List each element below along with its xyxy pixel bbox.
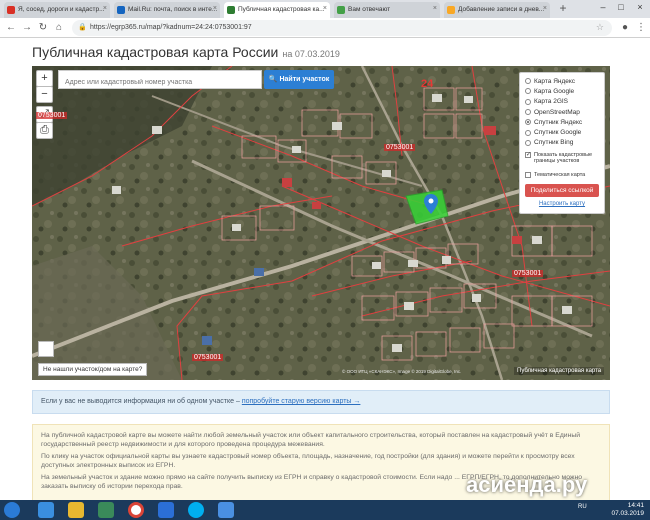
show-boundaries-checkbox[interactable]: ✓ Показать кадастровые границы участков <box>525 152 599 170</box>
browser-tab-1[interactable]: Я, сосед, дороги и кадастр... × <box>4 2 110 18</box>
basemap-layer-panel: Карта Яндекс Карта Google Карта 2GIS Ope… <box>519 72 605 214</box>
forward-arrow-icon[interactable]: → <box>20 21 34 35</box>
page-title: Публичная кадастровая карта России на 07.… <box>32 44 340 60</box>
basemap-option[interactable]: Спутник Bing <box>525 138 599 148</box>
region-number-label: 24 <box>421 78 434 90</box>
home-icon[interactable]: ⌂ <box>52 21 66 35</box>
cadastral-block-label: 0753001 <box>192 354 224 361</box>
basemap-option-selected[interactable]: Спутник Яндекс <box>525 117 599 127</box>
cadastral-map[interactable]: + − ⤢ ⎙ 🔍 Найти участок 24 0753001 07530… <box>32 66 610 380</box>
gmail-icon <box>7 6 15 14</box>
zoom-out-button[interactable]: − <box>36 86 53 103</box>
reload-icon[interactable]: ↻ <box>36 21 50 35</box>
page-content: Публичная кадастровая карта России на 07.… <box>0 38 650 504</box>
basemap-option[interactable]: OpenStreetMap <box>525 107 599 117</box>
app-icon[interactable] <box>218 502 234 518</box>
close-tab-icon[interactable]: × <box>103 5 107 12</box>
expand-map-button[interactable] <box>38 341 54 357</box>
not-found-button[interactable]: Не нашли участок/дом на карте? <box>38 363 148 376</box>
setup-map-link[interactable]: Настроить карту <box>525 201 599 207</box>
browser-tab-bar: Я, сосед, дороги и кадастр... × Mail.Ru:… <box>0 0 650 18</box>
minimize-button[interactable]: – <box>594 0 612 16</box>
explorer-folder-icon[interactable] <box>68 502 84 518</box>
mailru-icon <box>117 6 125 14</box>
search-input[interactable] <box>58 70 262 89</box>
browser-tab-3-active[interactable]: Публичная кадастровая ка... × <box>224 2 330 18</box>
language-indicator[interactable]: RU <box>578 504 592 516</box>
skype-icon[interactable] <box>188 502 204 518</box>
word-icon[interactable] <box>158 502 174 518</box>
answers-icon <box>337 6 345 14</box>
page-date: на 07.03.2019 <box>282 49 340 59</box>
location-pin-icon[interactable] <box>424 194 438 214</box>
system-clock[interactable]: 14:41 07.03.2019 <box>611 502 644 518</box>
maximize-button[interactable]: □ <box>612 0 630 16</box>
chrome-icon[interactable] <box>128 502 144 518</box>
egrp-icon <box>227 6 235 14</box>
browser-tab-2[interactable]: Mail.Ru: почта, поиск в инте... × <box>114 2 220 18</box>
bookmark-star-icon[interactable]: ☆ <box>596 22 604 33</box>
search-icon: 🔍 <box>268 76 278 83</box>
start-button-icon[interactable] <box>4 502 20 518</box>
close-tab-icon[interactable]: × <box>323 5 327 12</box>
basemap-option[interactable]: Спутник Google <box>525 127 599 137</box>
cadastral-block-label: 0753001 <box>512 270 544 277</box>
close-tab-icon[interactable]: × <box>543 5 547 12</box>
menu-dots-icon[interactable]: ⋮ <box>634 21 648 35</box>
ie-icon[interactable] <box>38 502 54 518</box>
windows-taskbar: RU 14:41 07.03.2019 <box>0 500 650 520</box>
share-link-button[interactable]: Поделиться ссылкой <box>525 184 599 198</box>
address-bar: ← → ↻ ⌂ 🔒 https://egrp365.ru/map/?kadnum… <box>0 18 650 38</box>
basemap-option[interactable]: Карта Google <box>525 86 599 96</box>
new-tab-button[interactable]: + <box>556 2 570 16</box>
cadastral-block-label: 0753001 <box>36 112 68 119</box>
back-arrow-icon[interactable]: ← <box>4 21 18 35</box>
thematic-map-checkbox[interactable]: Тематическая карта <box>525 170 599 180</box>
print-icon[interactable]: ⎙ <box>36 122 53 139</box>
basemap-option[interactable]: Карта Яндекс <box>525 76 599 86</box>
lock-icon: 🔒 <box>78 24 87 31</box>
pkk-logo[interactable]: Публичная кадастровая карта <box>514 367 605 375</box>
find-parcel-button[interactable]: 🔍 Найти участок <box>264 70 334 89</box>
profile-icon[interactable]: ● <box>618 21 632 35</box>
site-watermark: асиенда.ру <box>466 472 588 497</box>
url-field[interactable]: 🔒 https://egrp365.ru/map/?kadnum=24:24:0… <box>72 20 612 36</box>
media-icon[interactable] <box>98 502 114 518</box>
map-attribution: © ООО ИТЦ «СКАНЭКС», Image © 2019 Digita… <box>342 369 462 374</box>
close-tab-icon[interactable]: × <box>213 5 217 12</box>
close-window-button[interactable]: × <box>630 0 650 16</box>
diary-icon <box>447 6 455 14</box>
description-paragraph: По клику на участок официальной карты вы… <box>41 453 575 469</box>
basemap-option[interactable]: Карта 2GIS <box>525 97 599 107</box>
zoom-in-button[interactable]: + <box>36 70 53 87</box>
browser-tab-4[interactable]: Вам отвечают × <box>334 2 440 18</box>
close-tab-icon[interactable]: × <box>433 5 437 12</box>
old-map-link[interactable]: попробуйте старую версию карты → <box>242 398 361 405</box>
cadastral-block-label: 0753001 <box>384 144 416 151</box>
browser-tab-5[interactable]: Добавление записи в днев... × <box>444 2 550 18</box>
description-paragraph: На публичной кадастровой карте вы можете… <box>41 432 581 448</box>
info-alert: Если у вас не выводится информация ни об… <box>32 390 610 414</box>
